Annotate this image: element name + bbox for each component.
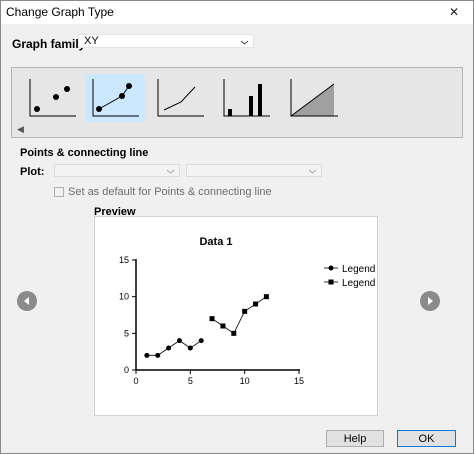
series-line-1: [146, 340, 202, 356]
arrow-right-icon: [428, 297, 433, 305]
graph-type-spikes[interactable]: [218, 74, 278, 122]
x-tick-label: 10: [240, 376, 250, 386]
line-graph-icon: [157, 79, 204, 117]
x-tick-label: 5: [188, 376, 193, 386]
y-tick-label: 5: [124, 328, 129, 338]
points-graph-icon: [29, 79, 76, 117]
default-checkbox[interactable]: [54, 187, 64, 197]
graph-type-points[interactable]: [24, 74, 84, 122]
series-line-2: [211, 296, 267, 334]
section-title: Points & connecting line: [20, 147, 149, 159]
default-checkbox-row[interactable]: Set as default for Points & connecting l…: [54, 186, 272, 198]
data-point: [242, 308, 248, 314]
chevron-down-icon: [166, 165, 175, 179]
data-point: [187, 345, 193, 351]
x-tick-label: 0: [133, 376, 138, 386]
graph-type-points-connecting-line[interactable]: [85, 74, 145, 122]
plot-label: Plot:: [20, 166, 45, 178]
gallery-scrollbar[interactable]: ◀: [12, 123, 462, 137]
data-point: [209, 316, 215, 322]
graph-type-line-only[interactable]: [153, 74, 213, 122]
data-point: [220, 323, 226, 329]
legend-label: Legend: [342, 264, 375, 275]
default-checkbox-label: Set as default for Points & connecting l…: [68, 186, 272, 198]
data-point: [253, 301, 259, 307]
data-point: [263, 294, 269, 300]
data-point: [198, 338, 204, 344]
previous-button[interactable]: [17, 291, 37, 311]
graph-family-select[interactable]: XY: [78, 34, 254, 48]
plot-select-1[interactable]: [54, 164, 180, 177]
ok-button[interactable]: OK: [397, 430, 456, 447]
points-line-graph-icon: [92, 79, 139, 117]
data-point: [166, 345, 172, 351]
data-point: [155, 352, 161, 358]
close-icon: ✕: [448, 5, 460, 19]
legend-label: Legend: [342, 278, 375, 289]
chart-title: Data 1: [199, 236, 232, 248]
close-button[interactable]: ✕: [434, 0, 474, 24]
graph-family-value: XY: [84, 35, 99, 47]
chevron-down-icon: [240, 36, 249, 50]
legend-marker: [328, 265, 334, 271]
preview-panel: Data 1 0 5 10 15 0 5 10 15 Legend Legend: [94, 216, 378, 416]
x-tick-label: 15: [294, 376, 304, 386]
data-point: [176, 338, 182, 344]
preview-chart: Data 1 0 5 10 15 0 5 10 15 Legend Legend: [119, 236, 375, 386]
window-title: Change Graph Type: [6, 5, 114, 19]
legend-marker: [328, 279, 334, 285]
chevron-down-icon: [308, 165, 317, 179]
y-tick-label: 10: [119, 292, 129, 302]
graph-type-gallery: ◀: [11, 67, 463, 138]
title-bar: Change Graph Type ✕: [0, 0, 474, 24]
help-button[interactable]: Help: [326, 430, 384, 447]
y-tick-label: 15: [119, 255, 129, 265]
next-button[interactable]: [420, 291, 440, 311]
data-point: [144, 352, 150, 358]
y-tick-label: 0: [124, 365, 129, 375]
plot-select-2[interactable]: [186, 164, 322, 177]
arrow-left-icon: [24, 297, 29, 305]
data-point: [231, 330, 237, 336]
area-graph-icon: [290, 79, 338, 117]
graph-type-area-fill[interactable]: [284, 74, 344, 122]
spike-graph-icon: [223, 79, 270, 117]
scroll-left-icon[interactable]: ◀: [17, 124, 24, 135]
